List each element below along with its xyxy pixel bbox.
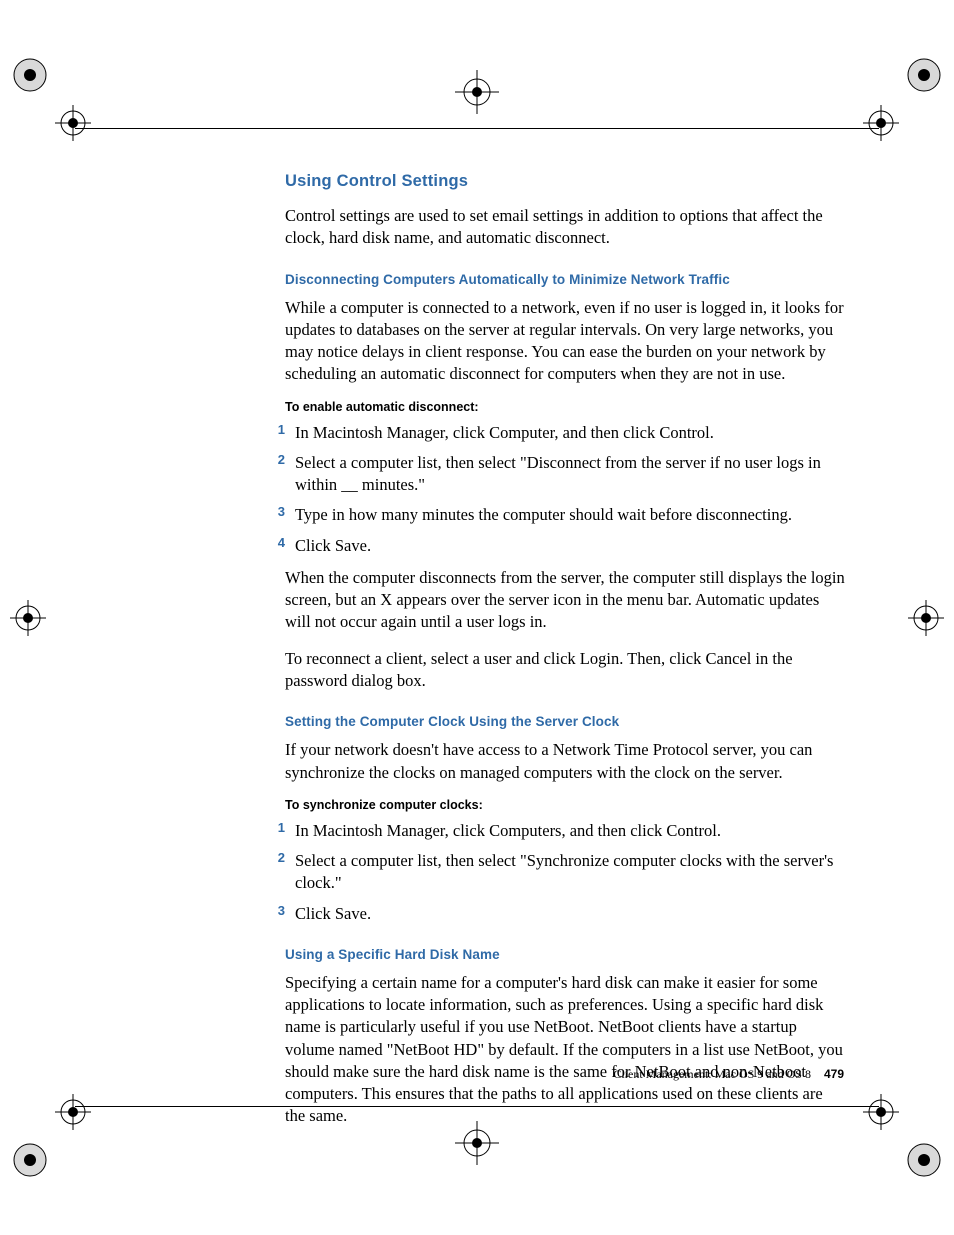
footer-chapter: Client Management: Mac OS 9 and OS 8 [613, 1067, 811, 1081]
step-text: In Macintosh Manager, click Computer, an… [295, 422, 714, 444]
step-row: 1 In Macintosh Manager, click Computers,… [265, 820, 845, 842]
registration-mark-icon [55, 1094, 91, 1130]
heading-clock: Setting the Computer Clock Using the Ser… [285, 714, 845, 729]
registration-mark-icon [904, 1140, 944, 1180]
footer-page-number: 479 [824, 1067, 844, 1081]
registration-mark-icon [10, 55, 50, 95]
step-number: 3 [265, 903, 295, 918]
crop-rule-top [75, 128, 879, 129]
step-text: Select a computer list, then select "Syn… [295, 850, 845, 895]
heading-disconnecting: Disconnecting Computers Automatically to… [285, 272, 845, 287]
step-text: Select a computer list, then select "Dis… [295, 452, 845, 497]
step-number: 1 [265, 422, 295, 437]
step-row: 3 Type in how many minutes the computer … [265, 504, 845, 526]
step-row: 1 In Macintosh Manager, click Computer, … [265, 422, 845, 444]
disconnect-reconnect-paragraph: To reconnect a client, select a user and… [285, 648, 845, 693]
heading-hard-disk: Using a Specific Hard Disk Name [285, 947, 845, 962]
page-content: Using Control Settings Control settings … [285, 172, 845, 1142]
step-number: 4 [265, 535, 295, 550]
clock-intro-paragraph: If your network doesn't have access to a… [285, 739, 845, 784]
step-row: 4 Click Save. [265, 535, 845, 557]
step-text: Type in how many minutes the computer sh… [295, 504, 792, 526]
step-row: 3 Click Save. [265, 903, 845, 925]
step-number: 2 [265, 452, 295, 467]
disconnect-after-paragraph: When the computer disconnects from the s… [285, 567, 845, 634]
step-row: 2 Select a computer list, then select "D… [265, 452, 845, 497]
heading-sync-clocks: To synchronize computer clocks: [285, 798, 845, 812]
step-text: Click Save. [295, 903, 371, 925]
intro-paragraph: Control settings are used to set email s… [285, 205, 845, 250]
step-number: 3 [265, 504, 295, 519]
hdd-paragraph: Specifying a certain name for a computer… [285, 972, 845, 1128]
registration-mark-icon [10, 1140, 50, 1180]
step-text: Click Save. [295, 535, 371, 557]
step-number: 1 [265, 820, 295, 835]
step-row: 2 Select a computer list, then select "S… [265, 850, 845, 895]
step-number: 2 [265, 850, 295, 865]
registration-mark-icon [908, 600, 944, 636]
registration-mark-icon [863, 105, 899, 141]
heading-enable-disconnect: To enable automatic disconnect: [285, 400, 845, 414]
registration-mark-icon [55, 105, 91, 141]
registration-mark-icon [10, 600, 46, 636]
step-text: In Macintosh Manager, click Computers, a… [295, 820, 721, 842]
registration-mark-icon [904, 55, 944, 95]
heading-using-control-settings: Using Control Settings [285, 172, 845, 191]
disconnect-intro-paragraph: While a computer is connected to a netwo… [285, 297, 845, 386]
page-footer: Client Management: Mac OS 9 and OS 8 479 [613, 1067, 844, 1082]
registration-mark-icon [455, 1121, 499, 1165]
registration-mark-icon [863, 1094, 899, 1130]
registration-mark-icon [455, 70, 499, 114]
